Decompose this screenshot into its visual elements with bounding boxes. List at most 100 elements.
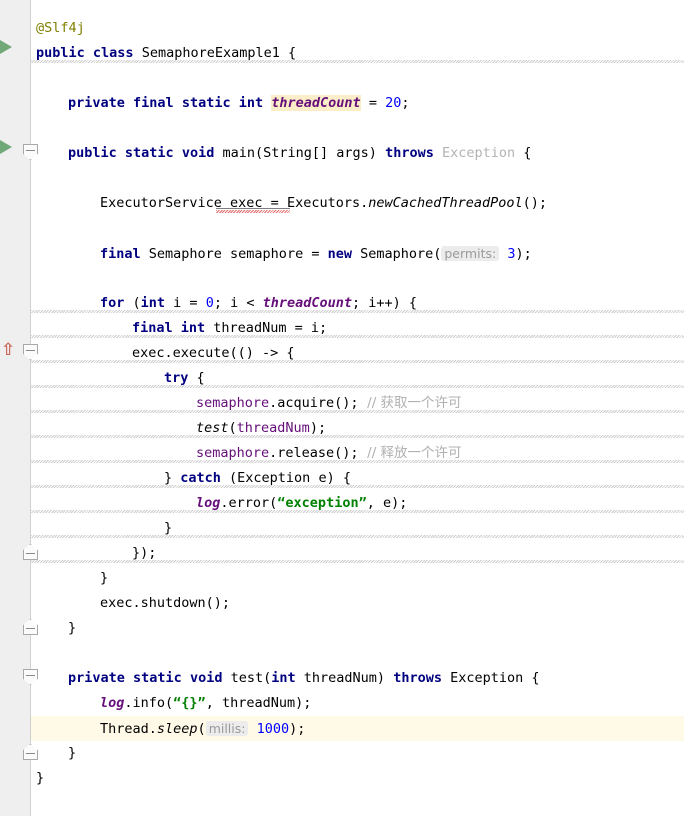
line-blank-4[interactable] xyxy=(31,216,684,241)
line-log-error[interactable]: log.error(“exception”, e); xyxy=(31,491,684,516)
code-token: Executors xyxy=(286,195,361,211)
line-semaphore-acquire[interactable]: semaphore.acquire(); // 获取一个许可 xyxy=(31,391,684,416)
code-token: final xyxy=(100,246,141,262)
code-token: static xyxy=(181,95,231,111)
code-token: newCachedThreadPool xyxy=(368,195,523,211)
code-token: 0 xyxy=(205,295,214,311)
code-token: new xyxy=(327,246,352,262)
line-semaphore-init[interactable]: final Semaphore semaphore = new Semaphor… xyxy=(31,241,684,266)
code-token: , e); xyxy=(366,495,408,511)
code-token: sleep xyxy=(156,721,198,737)
code-token: void xyxy=(189,670,223,686)
code-token: ); xyxy=(289,721,306,737)
inspection-squiggle xyxy=(31,560,684,563)
line-class-decl[interactable]: public class SemaphoreExample1 { xyxy=(31,41,684,66)
line-exec-execute[interactable]: exec.execute(() -> { xyxy=(31,341,684,366)
line-test-signature[interactable]: private static void test(int threadNum) … xyxy=(31,666,684,691)
code-token: Exception xyxy=(441,145,516,161)
line-for-loop[interactable]: for (int i = 0; i < threadCount; i++) { xyxy=(31,291,684,316)
inspection-squiggle xyxy=(31,460,684,463)
code-token: ); xyxy=(309,420,327,436)
code-token: Semaphore( xyxy=(351,246,442,262)
code-token: ); xyxy=(515,246,532,262)
code-token: test xyxy=(196,420,229,436)
code-token: final xyxy=(133,95,174,111)
line-close-catch[interactable]: } xyxy=(31,516,684,541)
line-threadcount-field[interactable]: private final static int threadCount = 2… xyxy=(31,91,684,116)
code-token: @Slf4j xyxy=(36,20,85,36)
code-token: static xyxy=(133,670,182,686)
line-blank-6[interactable] xyxy=(31,641,684,666)
code-token: int xyxy=(238,95,264,111)
line-close-main[interactable]: } xyxy=(31,616,684,641)
code-token: } xyxy=(36,770,45,786)
line-blank-3[interactable] xyxy=(31,166,684,191)
code-token: throws xyxy=(393,670,442,686)
code-token: ( xyxy=(124,295,141,311)
code-token: private xyxy=(68,670,125,686)
inspection-squiggle xyxy=(31,535,684,538)
code-token: 1000 xyxy=(256,721,290,737)
line-try[interactable]: try { xyxy=(31,366,684,391)
line-exec-shutdown[interactable]: exec.shutdown(); xyxy=(31,591,684,616)
code-token: static xyxy=(124,145,174,161)
line-log-info[interactable]: log.info(“{}”, threadNum); xyxy=(31,691,684,716)
inspection-squiggle xyxy=(31,360,684,363)
line-blank-5[interactable] xyxy=(31,266,684,291)
line-blank-2[interactable] xyxy=(31,116,684,141)
code-token: } xyxy=(164,470,181,486)
code-token: exec.shutdown(); xyxy=(100,595,231,611)
code-token: } xyxy=(68,620,77,636)
code-token: { xyxy=(188,370,205,386)
code-token: int xyxy=(180,320,206,336)
code-token: ; i < xyxy=(213,295,263,311)
code-content[interactable]: @Slf4j public class SemaphoreExample1 { p… xyxy=(31,16,684,832)
line-semaphore-release[interactable]: semaphore.release(); // 释放一个许可 xyxy=(31,441,684,466)
code-token: void xyxy=(181,145,215,161)
code-token: SemaphoreExample1 xyxy=(141,45,280,61)
editor-gutter[interactable] xyxy=(0,0,30,816)
line-main-signature[interactable]: public static void main(String[] args) t… xyxy=(31,141,684,166)
line-thread-sleep[interactable]: Thread.sleep(millis: 1000); xyxy=(31,716,684,741)
code-token: { xyxy=(279,45,297,61)
code-token: threadNum = i; xyxy=(205,320,328,336)
line-close-class[interactable]: } xyxy=(31,766,684,791)
line-annotation-slf4j[interactable]: @Slf4j xyxy=(31,16,684,41)
typo-squiggle xyxy=(216,210,290,213)
inspection-squiggle xyxy=(31,410,684,413)
code-token: private xyxy=(68,95,125,111)
code-token: (Exception e) { xyxy=(220,470,351,486)
code-token: Thread. xyxy=(100,721,157,737)
recursive-call-icon[interactable]: ⇧ xyxy=(1,340,15,360)
code-token: throws xyxy=(385,145,434,161)
line-executor-service[interactable]: ExecutorService exec = Executors.newCach… xyxy=(31,191,684,216)
code-token: try xyxy=(164,370,189,386)
code-editor[interactable]: ⇧ @Slf4j public class SemaphoreExample1 {… xyxy=(0,0,684,816)
code-token: 20 xyxy=(385,95,402,111)
inspection-squiggle xyxy=(31,335,684,338)
code-token: ( xyxy=(197,721,206,737)
code-token: threadCount xyxy=(271,95,361,111)
line-catch[interactable]: } catch (Exception e) { xyxy=(31,466,684,491)
code-token: “{}” xyxy=(173,695,206,711)
line-threadnum-final[interactable]: final int threadNum = i; xyxy=(31,316,684,341)
static-import-underline xyxy=(216,208,290,209)
line-close-test[interactable]: } xyxy=(31,741,684,766)
line-close-lambda[interactable]: }); xyxy=(31,541,684,566)
line-close-for[interactable]: } xyxy=(31,566,684,591)
code-token: (); xyxy=(522,195,548,211)
inspection-squiggle xyxy=(31,60,684,63)
code-token: permits: xyxy=(441,246,500,261)
code-token: { xyxy=(515,145,532,161)
inspection-squiggle xyxy=(31,435,684,438)
line-test-call[interactable]: test(threadNum); xyxy=(31,416,684,441)
line-blank-1[interactable] xyxy=(31,66,684,91)
code-token: ( xyxy=(228,420,237,436)
code-token: for xyxy=(100,295,125,311)
